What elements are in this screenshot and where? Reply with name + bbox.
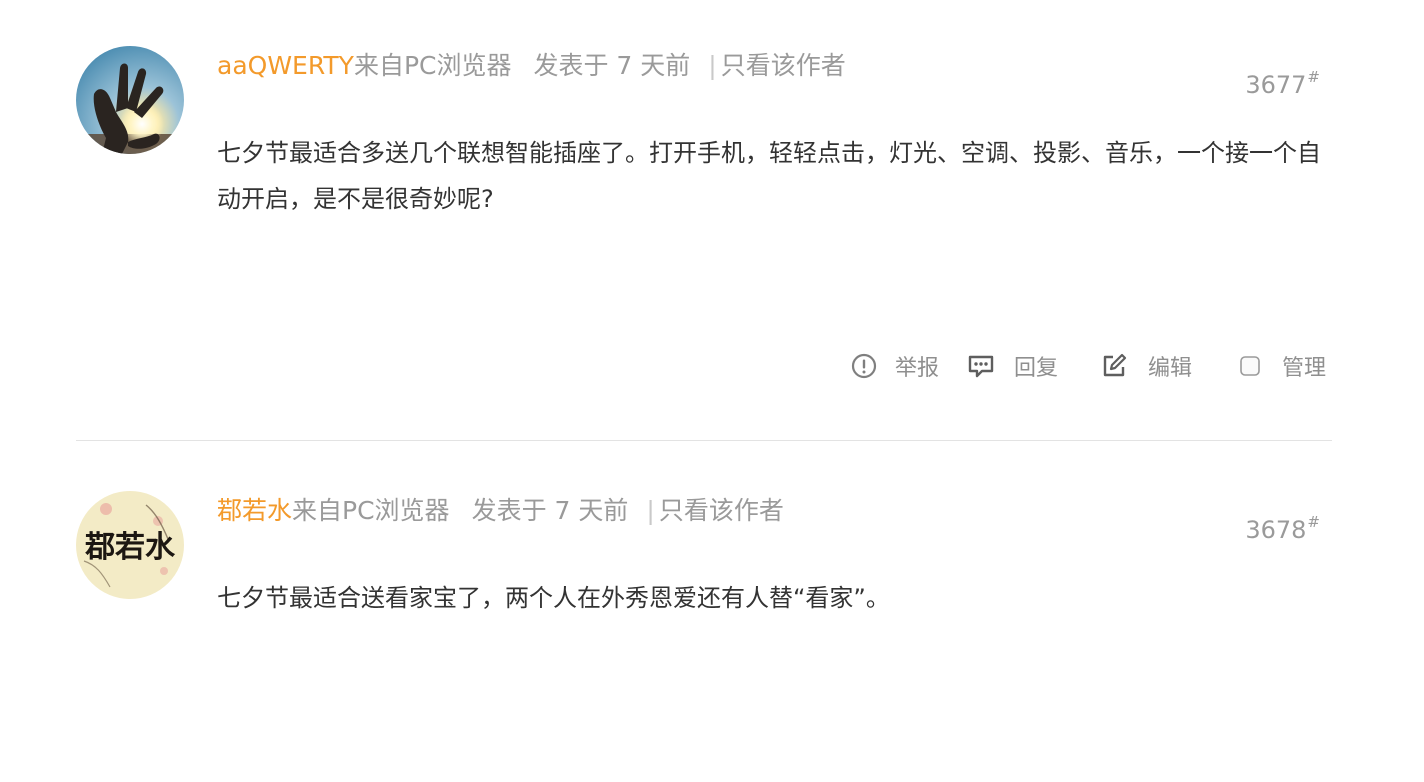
- floor-number: 3678#: [1245, 507, 1320, 547]
- post-source: 来自PC浏览器: [292, 496, 450, 525]
- reply-label: 回复: [1013, 356, 1058, 381]
- post-actions: 举报 回复 编辑 管理: [850, 348, 1326, 384]
- manage-label: 管理: [1281, 356, 1326, 381]
- floor-mark: #: [1307, 68, 1320, 86]
- avatar-image: 鄀若水: [76, 491, 184, 599]
- only-author-link[interactable]: 只看该作者: [721, 51, 846, 80]
- author-name-link[interactable]: aaQWERTY: [217, 51, 354, 80]
- report-label: 举报: [894, 356, 939, 381]
- manage-checkbox[interactable]: 管理: [1236, 350, 1326, 382]
- edit-button[interactable]: 编辑: [1100, 350, 1192, 382]
- edit-label: 编辑: [1147, 356, 1192, 381]
- only-author-link[interactable]: 只看该作者: [659, 496, 784, 525]
- floor-value: 3678: [1245, 516, 1307, 544]
- avatar-calligraphy-text: 鄀若水: [85, 530, 176, 565]
- floor-number: 3677#: [1245, 62, 1320, 102]
- floor-mark: #: [1307, 513, 1320, 531]
- post-time: 发表于 7 天前: [533, 51, 691, 80]
- report-button[interactable]: 举报: [850, 350, 939, 382]
- exclamation-circle-icon: [850, 352, 878, 380]
- post-source: 来自PC浏览器: [353, 51, 512, 80]
- comment-dots-icon: [967, 352, 995, 380]
- checkbox-icon: [1236, 352, 1264, 380]
- pencil-square-icon: [1100, 352, 1128, 380]
- post-item: 鄀若水 鄀若水来自PC浏览器 发表于 7 天前 | 只看该作者 3678# 七夕节最适…: [76, 491, 1332, 781]
- meta-separator: |: [708, 51, 717, 80]
- post-content: 七夕节最适合多送几个联想智能插座了。打开手机，轻轻点击，灯光、空调、投影、音乐，…: [217, 139, 1321, 213]
- post-meta: aaQWERTY来自PC浏览器 发表于 7 天前 | 只看该作者: [217, 48, 846, 84]
- post-content: 七夕节最适合送看家宝了，两个人在外秀恩爱还有人替“看家”。: [217, 584, 890, 612]
- post-meta: 鄀若水来自PC浏览器 发表于 7 天前 | 只看该作者: [217, 493, 784, 529]
- avatar[interactable]: 鄀若水: [76, 491, 184, 599]
- avatar-image: [76, 46, 184, 154]
- post-item: aaQWERTY来自PC浏览器 发表于 7 天前 | 只看该作者 3677# 七夕节最…: [76, 46, 1332, 441]
- floor-value: 3677: [1245, 71, 1307, 99]
- avatar[interactable]: [76, 46, 184, 154]
- author-name-link[interactable]: 鄀若水: [217, 496, 292, 525]
- reply-button[interactable]: 回复: [967, 350, 1058, 382]
- post-time: 发表于 7 天前: [471, 496, 629, 525]
- meta-separator: |: [646, 496, 655, 525]
